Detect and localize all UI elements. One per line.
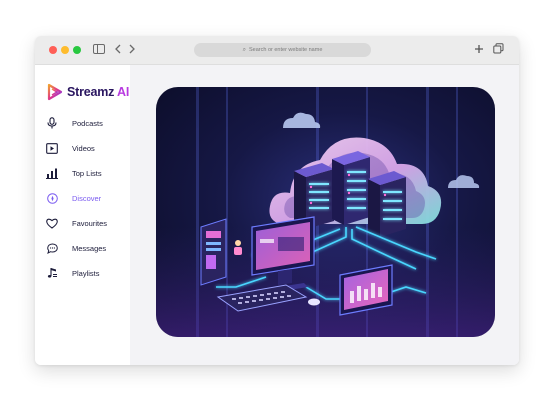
brand-name-suffix: AI <box>117 85 130 99</box>
small-cloud-left <box>283 112 321 128</box>
chevron-left-icon[interactable] <box>114 43 122 57</box>
mouse <box>308 298 320 306</box>
sidebar-item-label: Podcasts <box>72 118 103 128</box>
tabs-overview-icon[interactable] <box>493 43 504 57</box>
brand-logo[interactable]: Streamz AI <box>46 82 129 102</box>
sidebar-item-favourites[interactable]: Favourites <box>35 213 130 233</box>
microphone-icon <box>46 117 58 129</box>
chevron-right-icon[interactable] <box>128 43 136 57</box>
address-bar[interactable]: ⌕ Search or enter website name <box>194 43 371 57</box>
main-content <box>130 65 519 365</box>
sidebar-item-videos[interactable]: Videos <box>35 138 130 158</box>
video-play-icon <box>46 142 58 154</box>
sidebar-item-label: Playlists <box>72 268 100 278</box>
compass-icon <box>46 192 58 204</box>
sidebar-toggle-icon[interactable] <box>93 43 105 57</box>
minimize-window-button[interactable] <box>61 46 69 54</box>
app-sidebar: Streamz AI Podcasts Videos Top Lists Dis… <box>35 65 130 365</box>
sidebar-item-label: Videos <box>72 143 95 153</box>
server-rack-right <box>368 171 406 237</box>
sidebar-item-label: Messages <box>72 243 107 253</box>
sidebar-item-top-lists[interactable]: Top Lists <box>35 163 130 183</box>
close-window-button[interactable] <box>49 46 57 54</box>
browser-titlebar: ⌕ Search or enter website name <box>35 36 519 65</box>
browser-window: ⌕ Search or enter website name Streamz A… <box>35 36 519 365</box>
sidebar-item-discover[interactable]: Discover <box>35 188 130 208</box>
sidebar-item-podcasts[interactable]: Podcasts <box>35 113 130 133</box>
sidebar-item-messages[interactable]: Messages <box>35 238 130 258</box>
streamz-logo-icon <box>47 83 63 101</box>
server-rack-middle <box>332 151 370 225</box>
music-note-icon <box>46 267 58 279</box>
small-cloud-right <box>448 175 480 188</box>
sidebar-item-label: Discover <box>72 193 102 203</box>
user-avatar-decoration <box>234 240 242 255</box>
plus-icon[interactable] <box>474 43 484 57</box>
tablet-device <box>200 218 227 286</box>
brand-name: Streamz AI <box>67 85 129 99</box>
maximize-window-button[interactable] <box>73 46 81 54</box>
bar-chart-icon <box>46 167 58 179</box>
sidebar-item-label: Favourites <box>72 218 108 228</box>
sidebar-item-playlists[interactable]: Playlists <box>35 263 130 283</box>
search-icon: ⌕ <box>242 47 246 53</box>
chat-bubble-icon <box>46 242 58 254</box>
brand-name-main: Streamz <box>67 85 115 99</box>
cloud-server-network-illustration <box>156 87 495 337</box>
heart-icon <box>46 217 58 229</box>
address-bar-placeholder: Search or enter website name <box>249 47 323 53</box>
sidebar-item-label: Top Lists <box>72 168 102 178</box>
